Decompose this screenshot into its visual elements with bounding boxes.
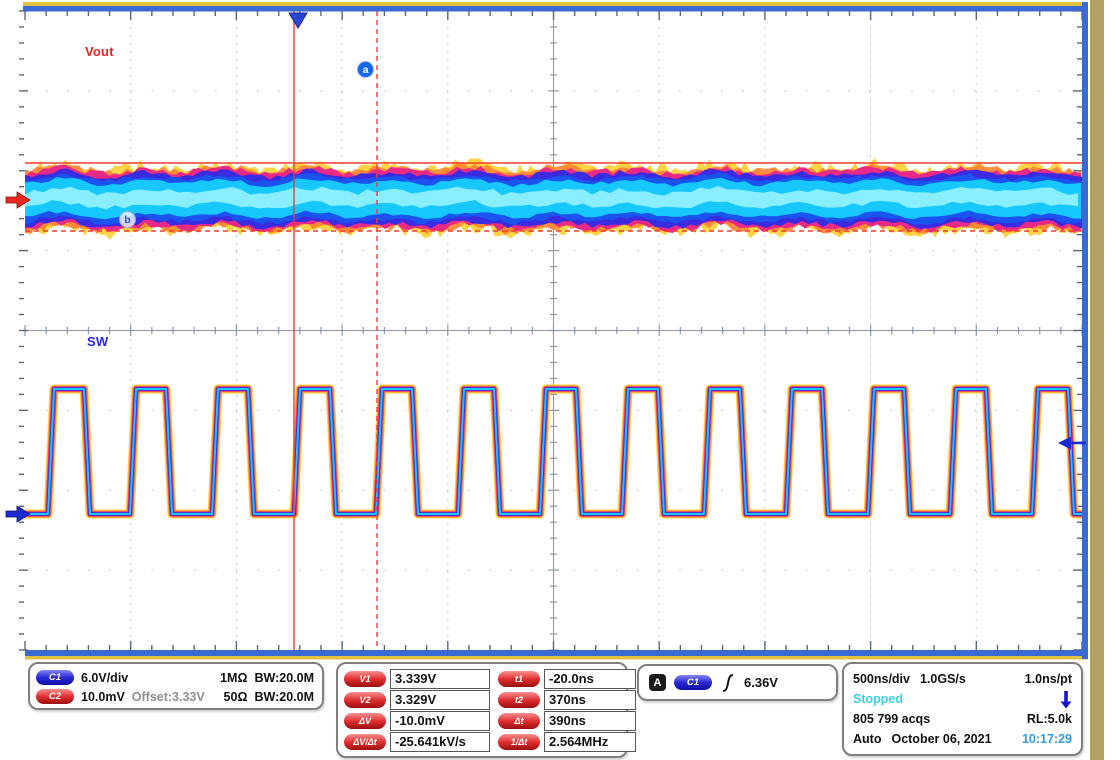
readout-row: ΔV -10.0mV (344, 710, 490, 731)
channel-2-scale: 10.0mV (81, 690, 125, 704)
cursor-b-handle[interactable]: b (119, 211, 136, 228)
acquisition-count: 805 799 acqs (853, 712, 930, 726)
v1-value: 3.339V (390, 669, 490, 689)
v2-badge: V2 (344, 692, 386, 708)
acquisition-status: Stopped (853, 692, 903, 706)
vout-waveform-label: Vout (85, 44, 114, 59)
trigger-settings-box[interactable]: A C1 6.36V (637, 664, 838, 701)
inv-delta-t-badge: 1/Δt (498, 734, 540, 750)
t2-badge: t2 (498, 692, 540, 708)
record-length: RL:5.0k (1027, 712, 1072, 726)
sample-resolution: 1.0ns/pt (1025, 672, 1072, 686)
rising-edge-icon (720, 673, 736, 693)
oscilloscope-screen: Vout SW a b C1 6.0V/div 1MΩ BW:20.0M C2 … (0, 0, 1120, 760)
acquisition-status-row: Stopped (853, 689, 1072, 709)
v1-badge: V1 (344, 671, 386, 687)
channel-2-offset: Offset:3.33V (132, 690, 205, 704)
channel-1-row: C1 6.0V/div 1MΩ BW:20.0M (36, 668, 314, 687)
timebase-scale: 500ns/div (853, 672, 910, 686)
channel-settings-box: C1 6.0V/div 1MΩ BW:20.0M C2 10.0mV Offse… (28, 662, 324, 710)
trigger-mode: Auto (853, 732, 881, 746)
cursor-a-handle[interactable]: a (357, 61, 374, 78)
readout-row: 1/Δt 2.564MHz (498, 731, 636, 752)
timebase-row: 500ns/div 1.0GS/s 1.0ns/pt (853, 669, 1072, 689)
t1-badge: t1 (498, 671, 540, 687)
sw-waveform-label: SW (87, 334, 108, 349)
t1-value: -20.0ns (544, 669, 636, 689)
clock-label: 10:17:29 (1022, 732, 1072, 746)
waveform-display: Vout SW a b (0, 0, 1088, 662)
inv-delta-t-value: 2.564MHz (544, 732, 636, 752)
channel-2-badge[interactable]: C2 (36, 689, 74, 704)
sample-rate: 1.0GS/s (920, 672, 966, 686)
dv-dt-value: -25.641kV/s (390, 732, 490, 752)
readout-row: V2 3.329V (344, 689, 490, 710)
channel-1-badge[interactable]: C1 (36, 670, 74, 685)
channel-2-bandwidth: BW:20.0M (254, 690, 314, 704)
channel-2-impedance: 50Ω (224, 690, 248, 704)
v2-value: 3.329V (390, 690, 490, 710)
graticule-canvas (0, 0, 1088, 662)
acquisition-count-row: 805 799 acqs RL:5.0k (853, 709, 1072, 729)
channel-1-bandwidth: BW:20.0M (254, 671, 314, 685)
readout-row: ΔV/Δt -25.641kV/s (344, 731, 490, 752)
waveform-position-arrow-icon (1060, 690, 1072, 709)
readout-row: Δt 390ns (498, 710, 636, 731)
trigger-level-value: 6.36V (744, 675, 778, 690)
t2-value: 370ns (544, 690, 636, 710)
trigger-system-badge: A (649, 674, 666, 691)
dv-dt-badge: ΔV/Δt (344, 734, 386, 750)
delta-t-value: 390ns (544, 711, 636, 731)
cursor-readout-box: V1 3.339V V2 3.329V ΔV -10.0mV ΔV/Δt -25… (336, 662, 628, 758)
channel-1-impedance: 1MΩ (220, 671, 247, 685)
delta-v-value: -10.0mV (390, 711, 490, 731)
time-readout-column: t1 -20.0ns t2 370ns Δt 390ns 1/Δt 2.564M… (498, 668, 636, 752)
right-bezel (1090, 0, 1104, 760)
readout-row: t1 -20.0ns (498, 668, 636, 689)
horizontal-acquisition-box[interactable]: 500ns/div 1.0GS/s 1.0ns/pt Stopped 805 7… (842, 662, 1083, 756)
readout-row: V1 3.339V (344, 668, 490, 689)
channel-1-scale: 6.0V/div (81, 671, 128, 685)
date-label: October 06, 2021 (891, 732, 991, 746)
readout-row: t2 370ns (498, 689, 636, 710)
mode-date-row: Auto October 06, 2021 10:17:29 (853, 729, 1072, 749)
channel-2-row: C2 10.0mV Offset:3.33V 50Ω BW:20.0M (36, 687, 314, 706)
delta-v-badge: ΔV (344, 713, 386, 729)
delta-t-badge: Δt (498, 713, 540, 729)
trigger-source-badge: C1 (674, 675, 712, 690)
voltage-readout-column: V1 3.339V V2 3.329V ΔV -10.0mV ΔV/Δt -25… (344, 668, 490, 752)
